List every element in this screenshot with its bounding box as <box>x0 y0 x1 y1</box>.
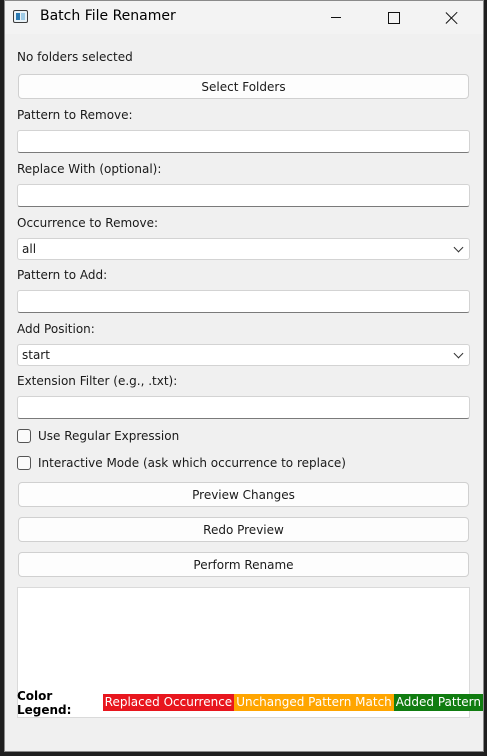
close-icon <box>445 11 459 25</box>
extension-filter-input[interactable] <box>17 396 470 419</box>
replace-with-label: Replace With (optional): <box>17 162 162 176</box>
maximize-icon <box>388 11 400 24</box>
legend-replaced: Replaced Occurrence <box>102 694 235 711</box>
regex-checkbox-label: Use Regular Expression <box>38 429 180 443</box>
regex-checkbox-row[interactable]: Use Regular Expression <box>17 429 179 443</box>
chevron-down-icon <box>453 348 464 359</box>
occurrence-select[interactable]: all <box>17 238 470 260</box>
color-legend: Color Legend: Replaced Occurrence Unchan… <box>17 689 483 717</box>
interactive-checkbox[interactable] <box>17 456 31 470</box>
title-bar[interactable]: Batch File Renamer <box>5 1 483 34</box>
occurrence-label: Occurrence to Remove: <box>17 216 159 230</box>
pattern-remove-input[interactable] <box>17 130 470 153</box>
maximize-button[interactable] <box>365 1 423 34</box>
add-position-value: start <box>22 348 50 362</box>
close-button[interactable] <box>423 1 481 34</box>
app-icon <box>13 10 28 23</box>
minimize-icon <box>331 17 341 18</box>
chevron-down-icon <box>453 242 464 253</box>
pattern-add-label: Pattern to Add: <box>17 268 108 282</box>
preview-changes-button[interactable]: Preview Changes <box>18 482 469 507</box>
pattern-add-input[interactable] <box>17 290 470 313</box>
window-title: Batch File Renamer <box>40 8 176 24</box>
regex-checkbox[interactable] <box>17 429 31 443</box>
legend-added: Added Pattern <box>393 694 483 711</box>
interactive-checkbox-row[interactable]: Interactive Mode (ask which occurrence t… <box>17 456 346 470</box>
redo-preview-button[interactable]: Redo Preview <box>18 517 469 542</box>
add-position-select[interactable]: start <box>17 344 470 366</box>
legend-title: Color Legend: <box>17 688 72 717</box>
pattern-remove-label: Pattern to Remove: <box>17 108 133 122</box>
main-content: No folders selected Select Folders Patte… <box>5 34 483 751</box>
legend-unchanged: Unchanged Pattern Match <box>234 694 394 711</box>
minimize-button[interactable] <box>307 1 365 34</box>
replace-with-input[interactable] <box>17 184 470 207</box>
select-folders-button[interactable]: Select Folders <box>18 74 469 99</box>
occurrence-value: all <box>22 242 37 256</box>
extension-filter-label: Extension Filter (e.g., .txt): <box>17 374 178 388</box>
add-position-label: Add Position: <box>17 322 95 336</box>
interactive-checkbox-label: Interactive Mode (ask which occurrence t… <box>38 456 346 470</box>
folder-status: No folders selected <box>17 50 133 64</box>
perform-rename-button[interactable]: Perform Rename <box>18 552 469 577</box>
app-window: Batch File Renamer No folders selected S… <box>4 0 484 752</box>
